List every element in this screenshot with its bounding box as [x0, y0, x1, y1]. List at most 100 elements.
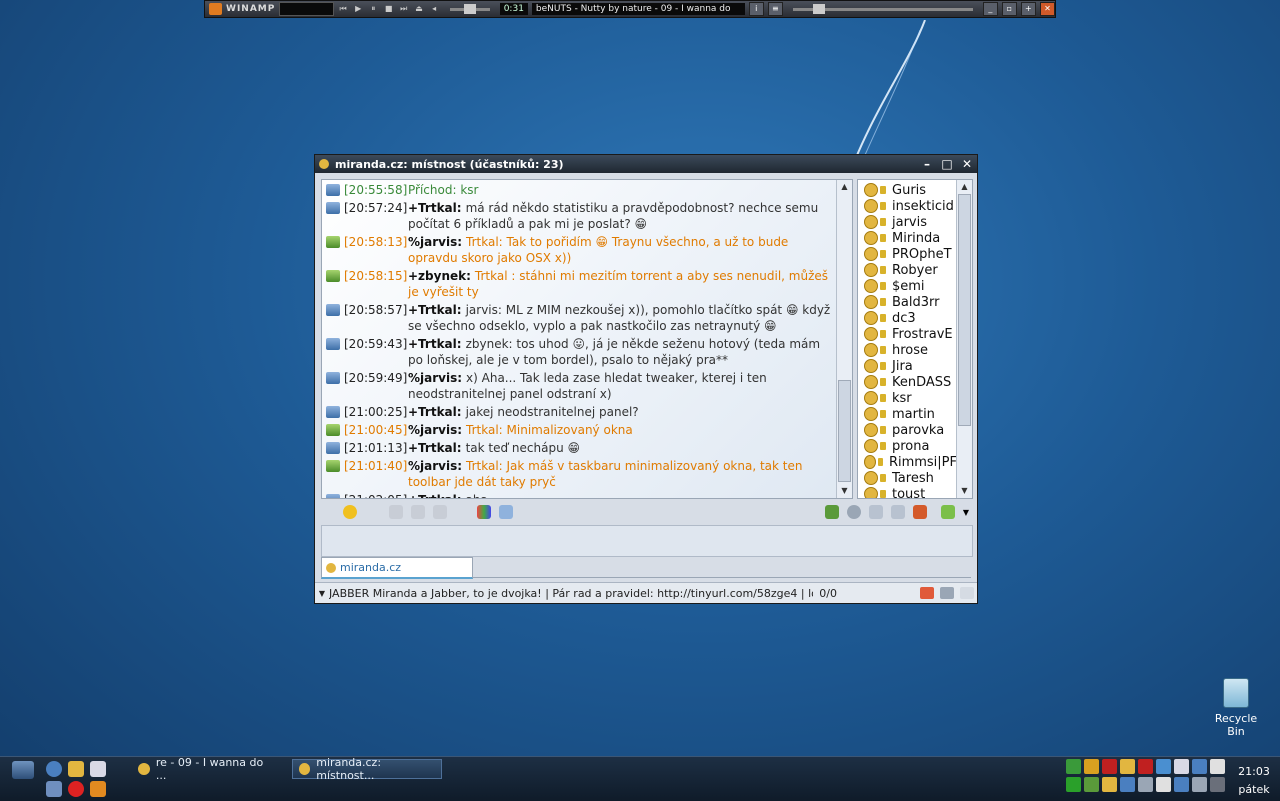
tab-miranda[interactable]: miranda.cz [321, 557, 473, 579]
tray-icon[interactable] [1156, 777, 1171, 792]
scroll-up-icon[interactable]: ▲ [837, 180, 852, 194]
info-icon[interactable]: i [748, 2, 764, 16]
sound-icon[interactable] [940, 587, 954, 599]
tray-icon[interactable] [1102, 759, 1117, 774]
user-item[interactable]: toust [858, 486, 957, 498]
next-icon[interactable]: ⏭ [398, 4, 409, 14]
tray-icon[interactable] [1120, 759, 1135, 774]
underline-icon[interactable] [433, 505, 447, 519]
message-nick[interactable]: +Trtkal: [408, 441, 462, 455]
scroll-thumb[interactable] [838, 380, 851, 482]
task-miranda[interactable]: miranda.cz: místnost... [292, 756, 442, 782]
message-nick[interactable]: %jarvis: [408, 423, 462, 437]
tray-icon[interactable] [1138, 777, 1153, 792]
send-icon[interactable] [940, 505, 955, 519]
bold-icon[interactable] [389, 505, 403, 519]
message-nick[interactable]: %jarvis: [408, 371, 462, 385]
user-item[interactable]: Taresh [858, 470, 957, 486]
minimize-button[interactable]: – [917, 157, 937, 171]
tray-icon[interactable] [1138, 759, 1153, 774]
clock[interactable]: 21:03 pátek [1234, 763, 1274, 799]
user-item[interactable]: Robyer [858, 262, 957, 278]
user-item[interactable]: jarvis [858, 214, 957, 230]
typing-icon[interactable] [920, 587, 934, 599]
user-item[interactable]: Guris [858, 182, 957, 198]
playlist-icon[interactable]: ≡ [767, 2, 783, 16]
tray-icon[interactable] [1084, 759, 1099, 774]
start-button[interactable] [12, 761, 34, 779]
close-chat-icon[interactable] [912, 505, 927, 519]
winamp-restore-button[interactable]: + [1020, 2, 1036, 16]
user-item[interactable]: FrostravE [858, 326, 957, 342]
scroll-down-icon[interactable]: ▼ [837, 484, 852, 498]
winamp-close-button[interactable]: ✕ [1039, 2, 1055, 16]
tray-icon[interactable] [1066, 759, 1081, 774]
user-item[interactable]: Rimmsi|PF [858, 454, 957, 470]
maximize-button[interactable]: □ [937, 157, 957, 171]
play-icon[interactable]: ▶ [353, 4, 364, 14]
message-nick[interactable]: %jarvis: [408, 459, 462, 473]
tray-icon[interactable] [1210, 759, 1225, 774]
user-item[interactable]: parovka [858, 422, 957, 438]
history-icon[interactable] [824, 505, 839, 519]
user-scroll-down-icon[interactable]: ▼ [957, 484, 972, 498]
user-item[interactable]: Bald3rr [858, 294, 957, 310]
tray-icon[interactable] [1084, 777, 1099, 792]
recycle-bin[interactable]: Recycle Bin [1206, 678, 1266, 738]
pause-icon[interactable]: ⏸ [368, 4, 379, 14]
stop-icon[interactable]: ■ [383, 4, 394, 14]
message-nick[interactable]: +Trtkal: [408, 405, 462, 419]
message-nick[interactable]: %jarvis: [408, 235, 462, 249]
resize-grip-icon[interactable] [960, 587, 974, 599]
tray-icon[interactable] [1120, 777, 1135, 792]
userlist-scrollbar[interactable]: ▲ ▼ [956, 180, 972, 498]
user-item[interactable]: ksr [858, 390, 957, 406]
quicklaunch-winamp-icon[interactable] [68, 761, 84, 777]
user-item[interactable]: Jira [858, 358, 957, 374]
user-item[interactable]: KenDASS [858, 374, 957, 390]
tray-icon[interactable] [1174, 777, 1189, 792]
user-scroll-up-icon[interactable]: ▲ [957, 180, 972, 194]
user-item[interactable]: insekticid [858, 198, 957, 214]
user-item[interactable]: martin [858, 406, 957, 422]
user-list[interactable]: Guris insekticid jarvis Mirinda PROpheT Robye… [857, 179, 973, 499]
user-item[interactable]: PROpheT [858, 246, 957, 262]
prev-icon[interactable]: ⏮ [338, 4, 349, 14]
italic-icon[interactable] [411, 505, 425, 519]
tray-icon[interactable] [1156, 759, 1171, 774]
user-item[interactable]: hrose [858, 342, 957, 358]
send-dropdown-icon[interactable]: ▼ [963, 508, 969, 517]
smiley-icon[interactable] [343, 505, 357, 519]
message-input[interactable] [321, 525, 973, 557]
window-titlebar[interactable]: miranda.cz: místnost (účastníků: 23) – □… [315, 155, 977, 173]
close-button[interactable]: ✕ [957, 157, 977, 171]
quicklaunch-flame-icon[interactable] [90, 781, 106, 797]
tray-icon[interactable] [1102, 777, 1117, 792]
nicklist-icon[interactable] [890, 505, 905, 519]
message-nick[interactable]: +zbynek: [408, 269, 471, 283]
quicklaunch-miranda-icon[interactable] [46, 761, 62, 777]
tray-icon[interactable] [1192, 777, 1207, 792]
message-nick[interactable]: +Trtkal: [408, 493, 462, 498]
user-scroll-thumb[interactable] [958, 194, 971, 426]
eject-icon[interactable]: ⏏ [413, 4, 424, 14]
message-nick[interactable]: +Trtkal: [408, 201, 462, 215]
message-log[interactable]: [20:55:58] Příchod: ksr [20:57:24] +Trtkal:… [321, 179, 853, 499]
status-dropdown-icon[interactable]: ▼ [315, 589, 329, 598]
quicklaunch-save-icon[interactable] [90, 761, 106, 777]
user-item[interactable]: dc3 [858, 310, 957, 326]
user-item[interactable]: Mirinda [858, 230, 957, 246]
volume-slider[interactable] [449, 3, 490, 14]
user-item[interactable]: prona [858, 438, 957, 454]
tray-icon[interactable] [1174, 759, 1189, 774]
task-winamp[interactable]: re - 09 - I wanna do ... [132, 756, 282, 782]
tray-icon[interactable] [1210, 777, 1225, 792]
filter-icon[interactable] [868, 505, 883, 519]
winamp-minimize-button[interactable]: _ [982, 2, 998, 16]
winamp-shade-button[interactable]: ▫ [1001, 2, 1017, 16]
tray-icon[interactable] [1192, 759, 1207, 774]
background-color-icon[interactable] [499, 505, 513, 519]
volume-icon[interactable]: ◂ [429, 4, 440, 14]
quicklaunch-opera-icon[interactable] [68, 781, 84, 797]
tray-icon[interactable] [1066, 777, 1081, 792]
